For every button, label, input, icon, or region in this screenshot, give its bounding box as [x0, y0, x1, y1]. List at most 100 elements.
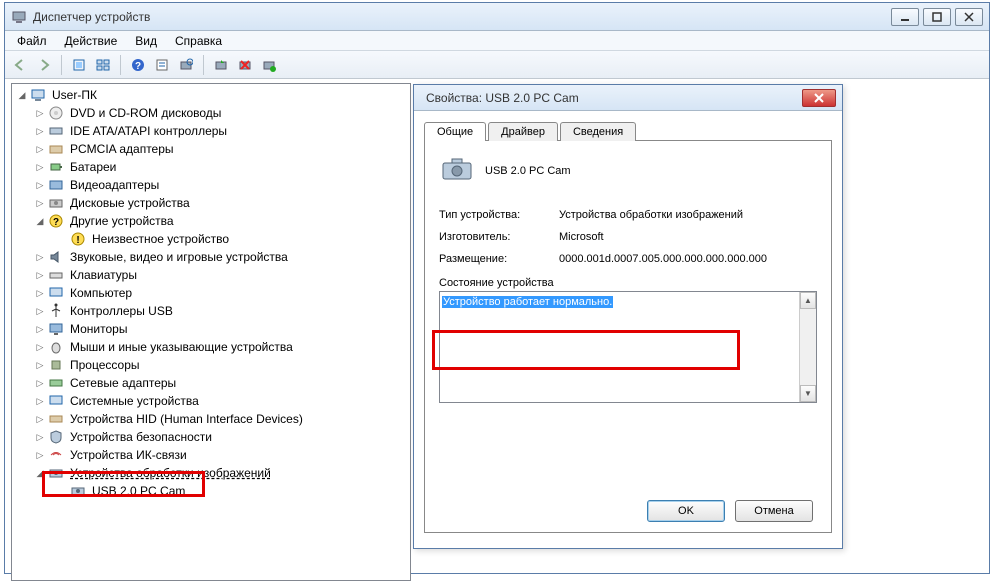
tab-driver[interactable]: Драйвер [488, 122, 558, 141]
tree-item[interactable]: ▷Контроллеры USB [12, 302, 410, 320]
tree-root[interactable]: ◢User-ПК [12, 86, 410, 104]
tree-item[interactable]: ▷Устройства ИК-связи [12, 446, 410, 464]
expand-icon[interactable]: ▷ [34, 341, 46, 353]
expand-icon[interactable]: ▷ [34, 359, 46, 371]
properties-button[interactable] [151, 54, 173, 76]
dialog-title: Свойства: USB 2.0 PC Cam [420, 91, 802, 105]
tree-item-unknown-device[interactable]: !Неизвестное устройство [12, 230, 410, 248]
expand-icon[interactable]: ▷ [34, 179, 46, 191]
tree-item[interactable]: ▷Дисковые устройства [12, 194, 410, 212]
properties-dialog: Свойства: USB 2.0 PC Cam Общие Драйвер С… [413, 84, 843, 549]
expand-icon[interactable]: ▷ [34, 431, 46, 443]
other-devices-icon: ? [48, 213, 64, 229]
tab-general[interactable]: Общие [424, 122, 486, 141]
expand-icon[interactable]: ▷ [34, 305, 46, 317]
expand-icon[interactable]: ▷ [34, 125, 46, 137]
ok-button[interactable]: OK [647, 500, 725, 522]
expand-icon[interactable]: ▷ [34, 323, 46, 335]
expand-icon[interactable]: ▷ [34, 269, 46, 281]
tab-content-general: USB 2.0 PC Cam Тип устройства:Устройства… [424, 141, 832, 533]
expand-icon[interactable]: ▷ [34, 161, 46, 173]
display-adapter-icon [48, 177, 64, 193]
tree-item[interactable]: ▷Звуковые, видео и игровые устройства [12, 248, 410, 266]
pcmcia-icon [48, 141, 64, 157]
tree-item[interactable]: ▷Клавиатуры [12, 266, 410, 284]
expand-icon[interactable]: ▷ [34, 143, 46, 155]
device-large-icon [439, 155, 475, 187]
help-button[interactable]: ? [127, 54, 149, 76]
network-icon [48, 375, 64, 391]
show-hidden-button[interactable] [68, 54, 90, 76]
system-icon [48, 393, 64, 409]
scroll-up-icon[interactable]: ▲ [800, 292, 816, 309]
device-tree[interactable]: ◢User-ПК ▷DVD и CD-ROM дисководы ▷IDE AT… [12, 86, 410, 500]
security-icon [48, 429, 64, 445]
view-by-type-button[interactable] [92, 54, 114, 76]
dialog-close-button[interactable] [802, 89, 836, 107]
expand-icon[interactable]: ▷ [34, 449, 46, 461]
svg-text:?: ? [53, 217, 59, 228]
nav-back-button[interactable] [9, 54, 31, 76]
computer-icon [30, 87, 46, 103]
expand-icon[interactable]: ▷ [34, 107, 46, 119]
device-tree-panel: ◢User-ПК ▷DVD и CD-ROM дисководы ▷IDE AT… [11, 83, 411, 581]
collapse-icon[interactable]: ◢ [16, 89, 28, 101]
ide-icon [48, 123, 64, 139]
expand-icon[interactable]: ▷ [34, 395, 46, 407]
tree-item[interactable]: ▷PCMCIA адаптеры [12, 140, 410, 158]
highlight-box-tree [42, 471, 205, 497]
enable-button[interactable] [258, 54, 280, 76]
update-driver-button[interactable] [210, 54, 232, 76]
mouse-icon [48, 339, 64, 355]
cancel-button[interactable]: Отмена [735, 500, 813, 522]
maximize-button[interactable] [923, 8, 951, 26]
nav-forward-button[interactable] [33, 54, 55, 76]
usb-icon [48, 303, 64, 319]
expand-icon[interactable]: ▷ [34, 251, 46, 263]
tree-item[interactable]: ▷Видеоадаптеры [12, 176, 410, 194]
value-location: 0000.001d.0007.005.000.000.000.000.000 [559, 253, 817, 265]
tree-item[interactable]: ▷Устройства безопасности [12, 428, 410, 446]
scroll-down-icon[interactable]: ▼ [800, 385, 816, 402]
tree-item[interactable]: ▷DVD и CD-ROM дисководы [12, 104, 410, 122]
monitor-icon [48, 321, 64, 337]
tree-item[interactable]: ▷Компьютер [12, 284, 410, 302]
sound-icon [48, 249, 64, 265]
uninstall-button[interactable] [234, 54, 256, 76]
menu-help[interactable]: Справка [167, 32, 230, 50]
menu-file[interactable]: Файл [9, 32, 55, 50]
tree-item-other-devices[interactable]: ◢?Другие устройства [12, 212, 410, 230]
tree-item[interactable]: ▷Устройства HID (Human Interface Devices… [12, 410, 410, 428]
device-name-text: USB 2.0 PC Cam [485, 165, 571, 177]
highlight-box-status [432, 330, 740, 370]
disc-icon [48, 105, 64, 121]
label-location: Размещение: [439, 253, 559, 265]
label-device-type: Тип устройства: [439, 209, 559, 221]
keyboard-icon [48, 267, 64, 283]
battery-icon [48, 159, 64, 175]
tab-details[interactable]: Сведения [560, 122, 636, 141]
tree-item[interactable]: ▷IDE ATA/ATAPI контроллеры [12, 122, 410, 140]
tree-item[interactable]: ▷Процессоры [12, 356, 410, 374]
infrared-icon [48, 447, 64, 463]
tree-item[interactable]: ▷Сетевые адаптеры [12, 374, 410, 392]
label-manufacturer: Изготовитель: [439, 231, 559, 243]
expand-icon[interactable]: ▷ [34, 413, 46, 425]
tree-item[interactable]: ▷Батареи [12, 158, 410, 176]
collapse-icon[interactable]: ◢ [34, 215, 46, 227]
menu-action[interactable]: Действие [57, 32, 126, 50]
scrollbar[interactable]: ▲ ▼ [799, 292, 816, 402]
minimize-button[interactable] [891, 8, 919, 26]
tree-item[interactable]: ▷Мониторы [12, 320, 410, 338]
close-button[interactable] [955, 8, 983, 26]
menu-view[interactable]: Вид [127, 32, 165, 50]
expand-icon[interactable]: ▷ [34, 377, 46, 389]
expand-icon[interactable]: ▷ [34, 197, 46, 209]
tree-item[interactable]: ▷Системные устройства [12, 392, 410, 410]
expand-icon[interactable]: ▷ [34, 287, 46, 299]
status-group-label: Состояние устройства [439, 277, 817, 289]
disk-icon [48, 195, 64, 211]
status-text-selected: Устройство работает нормально. [442, 296, 613, 308]
scan-hardware-button[interactable] [175, 54, 197, 76]
tree-item[interactable]: ▷Мыши и иные указывающие устройства [12, 338, 410, 356]
